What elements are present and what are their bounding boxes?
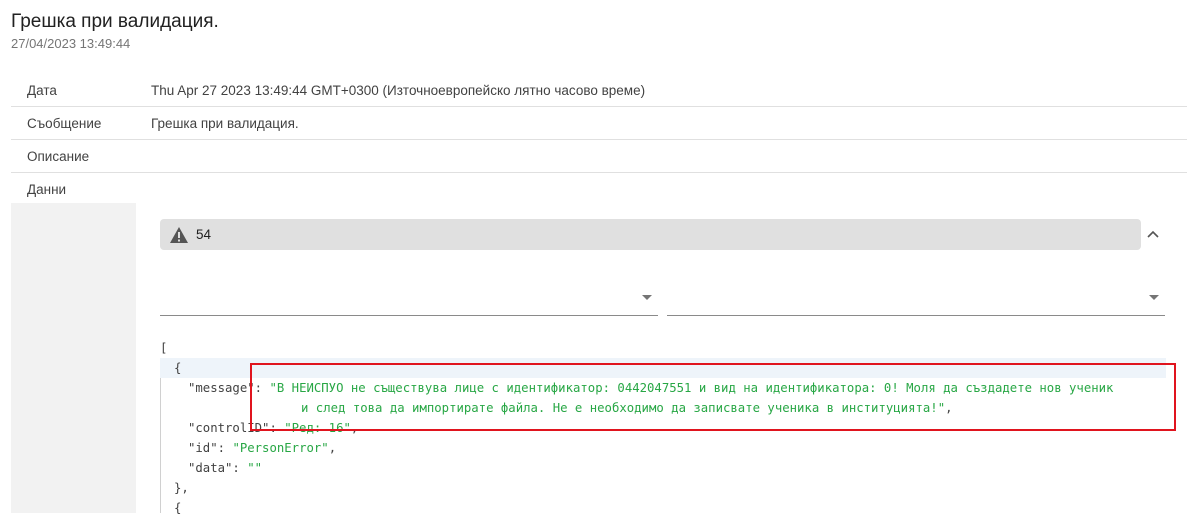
json-key: "message": [188, 381, 255, 395]
property-row-description: Описание: [11, 140, 1187, 173]
property-key: Съобщение: [27, 115, 102, 131]
json-string: "PersonError": [232, 441, 329, 455]
property-row-date: Дата Thu Apr 27 2023 13:49:44 GMT+0300 (…: [11, 74, 1187, 107]
json-open-bracket: [: [160, 341, 168, 355]
json-indent-guide: [160, 360, 161, 513]
filter-select-2[interactable]: [667, 285, 1165, 316]
dropdown-arrow-icon: [1149, 295, 1159, 300]
json-close-brace: },: [174, 481, 189, 495]
property-key: Данни: [27, 181, 67, 197]
timestamp: 27/04/2023 13:49:44: [11, 36, 131, 51]
json-string: "": [247, 461, 263, 475]
property-key: Описание: [27, 148, 90, 164]
highlight-annotation-box: [250, 363, 1176, 431]
filter-select-1[interactable]: [160, 285, 658, 316]
error-count-bar[interactable]: 54: [160, 219, 1141, 250]
properties-table: Дата Thu Apr 27 2023 13:49:44 GMT+0300 (…: [11, 74, 1187, 206]
json-open-brace: {: [174, 361, 182, 375]
property-value: Thu Apr 27 2023 13:49:44 GMT+0300 (Източ…: [151, 82, 646, 98]
json-next-brace: {: [174, 501, 182, 515]
property-row-message: Съобщение Грешка при валидация.: [11, 107, 1187, 140]
warning-triangle-icon: [169, 226, 189, 244]
error-count: 54: [196, 227, 212, 242]
property-key: Дата: [27, 82, 57, 98]
page-title: Грешка при валидация.: [11, 11, 219, 32]
json-key: "id": [188, 441, 218, 455]
chevron-up-icon[interactable]: [1145, 226, 1161, 242]
dropdown-arrow-icon: [642, 295, 652, 300]
property-row-data: Данни: [11, 173, 1187, 206]
json-key: "data": [188, 461, 233, 475]
json-line-id: "id": "PersonError",: [188, 441, 337, 455]
property-value: Грешка при валидация.: [151, 115, 299, 131]
json-line-data: "data": "": [188, 461, 263, 475]
